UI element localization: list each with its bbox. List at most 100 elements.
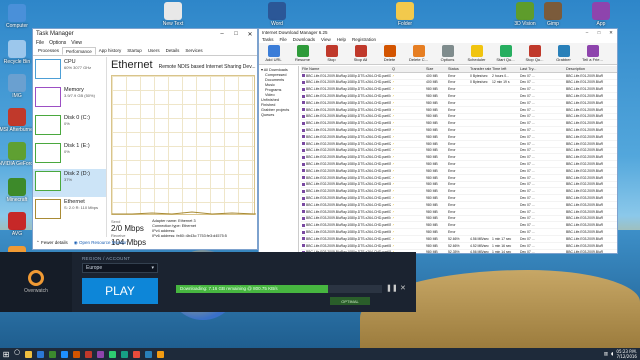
toolbar-button[interactable]: Add URL bbox=[261, 45, 286, 62]
table-row[interactable]: BBC.Life.E03.2009.BluRay.1080p.DTS.x264-… bbox=[301, 216, 617, 223]
region-select[interactable]: Europe ▾ bbox=[82, 263, 158, 273]
column-header[interactable]: Size bbox=[425, 67, 447, 71]
desktop-icon[interactable]: MSI Afterburner bbox=[0, 108, 35, 133]
table-row[interactable]: BBC.Life.E03.2009.BluRay.1080p.DTS.x264-… bbox=[301, 222, 617, 230]
toolbar-button[interactable]: Scheduler bbox=[464, 45, 489, 62]
table-row[interactable]: BBC.Life.E03.2009.BluRay.1080p.DTS.x264-… bbox=[301, 209, 617, 216]
toolbar-button[interactable]: Delete C... bbox=[406, 45, 431, 62]
perf-item[interactable]: Memory 3.9/7.9 GB (50%) bbox=[33, 85, 106, 113]
table-row[interactable]: BBC.Life.E02.2009.BluRay.1080p.DTS.x264-… bbox=[301, 141, 617, 148]
tab-details[interactable]: Details bbox=[163, 47, 183, 55]
taskbar-app[interactable] bbox=[70, 348, 82, 360]
table-row[interactable]: BBC.Life.E02.2009.BluRay.1080p.DTS.x264-… bbox=[301, 148, 617, 155]
perf-item[interactable]: Disk 1 (E:) 0% bbox=[33, 141, 106, 169]
menu-view[interactable]: View bbox=[71, 40, 82, 46]
table-row[interactable]: BBC.Life.E01.2009.BluRay.1080p.DTS.x264-… bbox=[301, 127, 617, 134]
tab-performance[interactable]: Performance bbox=[62, 47, 96, 55]
toolbar-button[interactable]: Stop Qu... bbox=[522, 45, 547, 62]
close-button[interactable]: ✕ bbox=[243, 31, 257, 38]
taskbar-app[interactable] bbox=[142, 348, 154, 360]
toolbar-button[interactable]: Stop All bbox=[348, 45, 373, 62]
toolbar-button[interactable]: Resume bbox=[290, 45, 315, 62]
column-header[interactable]: Status bbox=[447, 67, 469, 71]
tab-startup[interactable]: Startup bbox=[124, 47, 145, 55]
menu-item[interactable]: File bbox=[280, 37, 287, 42]
table-row[interactable]: BBC.Life.E01.2009.BluRay.1080p.DTS.x264-… bbox=[301, 80, 617, 87]
column-header[interactable]: Time left bbox=[491, 67, 519, 71]
taskbar-app[interactable] bbox=[130, 348, 142, 360]
tab-users[interactable]: Users bbox=[145, 47, 163, 55]
toolbar-button[interactable]: Stop bbox=[319, 45, 344, 62]
desktop-icon[interactable]: Minecraft bbox=[2, 178, 32, 203]
toolbar-button[interactable]: Start Qu... bbox=[493, 45, 518, 62]
column-header[interactable]: File Name bbox=[301, 67, 391, 71]
volume-icon[interactable]: ◖ bbox=[611, 352, 613, 357]
table-row[interactable]: BBC.Life.E02.2009.BluRay.1080p.DTS.x264-… bbox=[301, 168, 617, 175]
desktop-icon[interactable]: Computer bbox=[2, 4, 32, 29]
taskbar-app[interactable] bbox=[154, 348, 166, 360]
desktop-icon[interactable]: 3D Vision bbox=[510, 2, 540, 27]
close-icon[interactable]: ✕ bbox=[400, 284, 410, 294]
pause-icon[interactable]: ❚❚ bbox=[386, 284, 398, 294]
resource-monitor-link[interactable]: ◉ Open Resource Monitor bbox=[74, 240, 127, 246]
column-header[interactable]: Description bbox=[565, 67, 615, 71]
tab-app-history[interactable]: App history bbox=[96, 47, 125, 55]
perf-item[interactable]: CPU 60% 3077 GHz bbox=[33, 57, 106, 85]
network-icon[interactable]: ▥ bbox=[604, 352, 608, 357]
table-row[interactable]: BBC.Life.E02.2009.BluRay.1080p.DTS.x264-… bbox=[301, 175, 617, 182]
category-item[interactable]: Queues bbox=[261, 113, 296, 118]
play-button[interactable]: PLAY bbox=[82, 278, 158, 304]
desktop-icon[interactable]: Word bbox=[262, 2, 292, 27]
desktop-icon[interactable]: NVIDIA GeForce bbox=[0, 142, 36, 167]
table-row[interactable]: BBC.Life.E01.2009.BluRay.1080p.DTS.x264-… bbox=[301, 120, 617, 128]
desktop-icon[interactable]: IMG bbox=[2, 74, 32, 99]
task-manager-titlebar[interactable]: Task Manager – □ ✕ bbox=[33, 29, 257, 39]
perf-item[interactable]: Ethernet S: 2.0 R: 110 Mbps bbox=[33, 197, 106, 225]
menu-file[interactable]: File bbox=[36, 40, 44, 46]
desktop-icon[interactable]: Gimp bbox=[538, 2, 568, 27]
close-button[interactable]: ✕ bbox=[605, 30, 617, 36]
tab-processes[interactable]: Processes bbox=[35, 47, 62, 55]
fewer-details-link[interactable]: ⌃ Fewer details bbox=[36, 240, 68, 246]
minimize-button[interactable]: – bbox=[581, 30, 593, 36]
task-manager-window[interactable]: Task Manager – □ ✕ File Options View Pro… bbox=[32, 28, 258, 250]
table-row[interactable]: BBC.Life.E02.2009.BluRay.1080p.DTS.x264-… bbox=[301, 188, 617, 196]
table-row[interactable]: BBC.Life.E01.2009.BluRay.1080p.DTS.x264-… bbox=[301, 93, 617, 100]
menu-options[interactable]: Options bbox=[49, 40, 66, 46]
column-header[interactable]: Transfer rate bbox=[469, 67, 491, 71]
tab-services[interactable]: Services bbox=[182, 47, 205, 55]
taskbar-app[interactable] bbox=[118, 348, 130, 360]
clock[interactable]: 05:23 P.M. 7/12/2016 bbox=[616, 349, 637, 359]
search-icon[interactable]: ○ bbox=[12, 348, 22, 360]
taskbar-app[interactable] bbox=[58, 348, 70, 360]
menu-item[interactable]: View bbox=[321, 37, 331, 42]
table-row[interactable]: BBC.Life.E03.2009.BluRay.1080p.DTS.x264-… bbox=[301, 195, 617, 202]
menu-item[interactable]: Tasks bbox=[262, 37, 274, 42]
idm-window[interactable]: Internet Download Manager 6.25 – □ ✕ Tas… bbox=[258, 28, 618, 254]
perf-item[interactable]: Disk 2 (D:) 37% bbox=[33, 169, 106, 197]
taskbar-app[interactable] bbox=[94, 348, 106, 360]
desktop-icon[interactable]: Recycle Bin bbox=[2, 40, 32, 65]
start-button[interactable]: ⊞ bbox=[0, 348, 12, 360]
toolbar-button[interactable]: Options bbox=[435, 45, 460, 62]
table-row[interactable]: BBC.Life.E01.2009.BluRay.1080p.DTS.x264-… bbox=[301, 86, 617, 94]
taskbar-app[interactable] bbox=[34, 348, 46, 360]
desktop-icon[interactable]: App bbox=[586, 2, 616, 27]
taskbar-app[interactable] bbox=[46, 348, 58, 360]
table-row[interactable]: BBC.Life.E02.2009.BluRay.1080p.DTS.x264-… bbox=[301, 134, 617, 141]
menu-item[interactable]: Downloads bbox=[293, 37, 315, 42]
desktop-icon[interactable]: Folder bbox=[390, 2, 420, 27]
table-row[interactable]: BBC.Life.E01.2009.BluRay.1080p.DTS.x264-… bbox=[301, 107, 617, 114]
minimize-button[interactable]: – bbox=[215, 31, 229, 38]
table-row[interactable]: BBC.Life.E02.2009.BluRay.1080p.DTS.x264-… bbox=[301, 154, 617, 162]
perf-item[interactable]: Disk 0 (C:) 0% bbox=[33, 113, 106, 141]
menu-item[interactable]: Registration bbox=[352, 37, 376, 42]
taskbar-app[interactable] bbox=[22, 348, 34, 360]
menu-item[interactable]: Help bbox=[337, 37, 346, 42]
maximize-button[interactable]: □ bbox=[229, 31, 243, 38]
column-header[interactable]: Q bbox=[391, 67, 425, 71]
desktop-icon[interactable]: New Text bbox=[158, 2, 188, 27]
column-header[interactable]: Last Try... bbox=[519, 67, 547, 71]
game-sidebar[interactable]: Overwatch bbox=[0, 252, 72, 312]
toolbar-button[interactable]: Tell a Frie... bbox=[580, 45, 605, 62]
